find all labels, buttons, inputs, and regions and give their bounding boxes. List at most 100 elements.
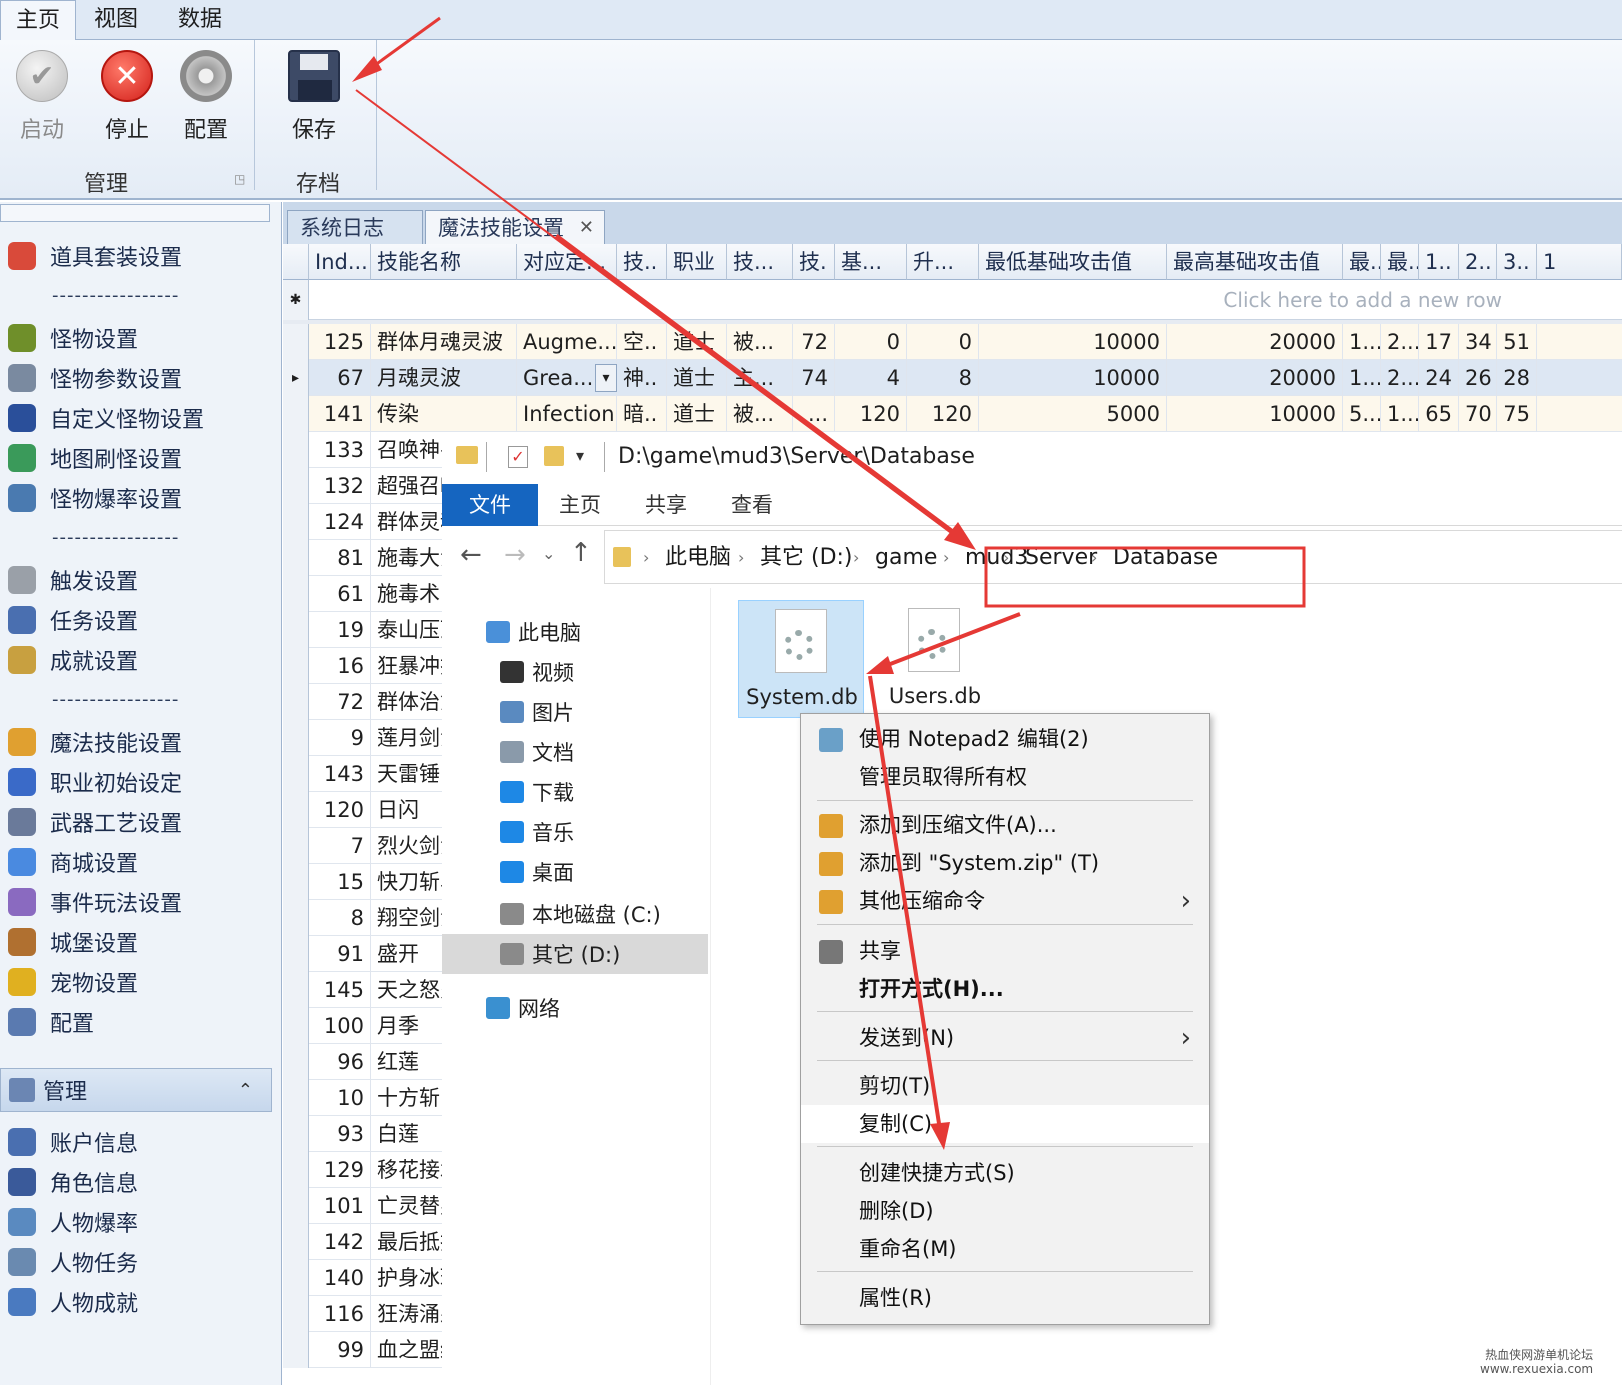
close-icon[interactable]: ✕ <box>579 211 594 245</box>
tree-item[interactable]: 此电脑 <box>442 612 708 652</box>
context-menu-item[interactable]: 打开方式(H)... <box>801 970 1209 1008</box>
grid-cell[interactable]: 10000 <box>979 360 1167 396</box>
manage-section-header[interactable]: 管理 ⌃ <box>0 1068 272 1112</box>
context-menu-item[interactable]: 使用 Notepad2 编辑(2) <box>801 720 1209 758</box>
nav-item[interactable]: 自定义怪物设置 <box>0 398 282 438</box>
tree-item[interactable]: 图片 <box>442 692 708 732</box>
grid-cell[interactable]: 8 <box>907 360 979 396</box>
breadcrumb-chevron-icon[interactable]: › <box>1003 527 1009 589</box>
properties-check-icon[interactable]: ✓ <box>508 446 528 468</box>
grid-cell[interactable]: 51 <box>1497 324 1537 360</box>
grid-cell[interactable]: 神.. <box>617 360 667 396</box>
grid-cell[interactable]: 28 <box>1497 360 1537 396</box>
grid-cell[interactable]: 120 <box>309 792 371 828</box>
ribbon-tab-home[interactable]: 主页 <box>0 0 76 41</box>
column-header[interactable]: 基... <box>835 244 907 280</box>
grid-cell[interactable]: 99 <box>309 1332 371 1368</box>
grid-cell[interactable]: 132 <box>309 468 371 504</box>
grid-cell[interactable]: 17 <box>1419 324 1459 360</box>
breadcrumb-chevron-icon[interactable]: › <box>1091 527 1097 589</box>
column-header[interactable]: 技能名称 <box>371 244 517 280</box>
tree-item[interactable]: 网络 <box>442 988 708 1028</box>
grid-cell[interactable]: 7 <box>309 828 371 864</box>
nav-item[interactable]: 职业初始设定 <box>0 762 282 802</box>
grid-cell[interactable]: 1... <box>1381 396 1419 432</box>
column-header[interactable]: 职业 <box>667 244 727 280</box>
column-header[interactable]: 1.. <box>1419 244 1459 280</box>
grid-cell[interactable]: 67 <box>309 360 371 396</box>
grid-cell[interactable]: 0 <box>835 324 907 360</box>
breadcrumb-item[interactable]: 其它 (D:) <box>760 527 853 589</box>
grid-cell[interactable]: 129 <box>309 1152 371 1188</box>
grid-cell[interactable]: 26 <box>1459 360 1497 396</box>
grid-cell[interactable]: 1... <box>1343 324 1381 360</box>
dialog-launcher-icon[interactable]: ◳ <box>234 172 245 186</box>
nav-item[interactable]: 道具套装设置 <box>0 236 282 276</box>
grid-cell[interactable]: 140 <box>309 1260 371 1296</box>
breadcrumb-item[interactable]: game <box>875 527 937 589</box>
grid-cell[interactable]: 0 <box>907 324 979 360</box>
breadcrumb-item[interactable]: 此电脑 <box>665 527 731 589</box>
grid-cell[interactable]: 70 <box>1459 396 1497 432</box>
tree-item[interactable]: 文档 <box>442 732 708 772</box>
file-users-db[interactable]: Users.db <box>888 600 1014 718</box>
nav-item[interactable]: 人物成就 <box>0 1282 282 1322</box>
grid-cell[interactable]: 19 <box>309 612 371 648</box>
grid-cell[interactable]: 1... <box>1343 360 1381 396</box>
grid-cell[interactable]: 主... <box>727 360 793 396</box>
grid-cell[interactable]: 月魂灵波 <box>371 360 517 396</box>
grid-cell[interactable]: 群体月魂灵波 <box>371 324 517 360</box>
nav-item[interactable]: 成就设置 <box>0 640 282 680</box>
grid-cell[interactable]: 道士 <box>667 396 727 432</box>
grid-cell[interactable]: 75 <box>1497 396 1537 432</box>
breadcrumb-chevron-icon[interactable]: › <box>943 527 949 589</box>
stop-button[interactable]: ✕ 停止 <box>87 50 167 144</box>
tree-item[interactable]: 下载 <box>442 772 708 812</box>
nav-item[interactable]: 宠物设置 <box>0 962 282 1002</box>
column-header[interactable]: 最低基础攻击值 <box>979 244 1167 280</box>
grid-cell[interactable]: 133 <box>309 432 371 468</box>
context-menu-item[interactable]: 重命名(M) <box>801 1230 1209 1268</box>
grid-cell[interactable]: Infection <box>517 396 617 432</box>
new-folder-icon[interactable] <box>544 446 564 466</box>
grid-cell[interactable]: 116 <box>309 1296 371 1332</box>
nav-item[interactable]: 任务设置 <box>0 600 282 640</box>
breadcrumb-chevron-icon[interactable]: › <box>853 527 859 589</box>
grid-cell[interactable]: 142 <box>309 1224 371 1260</box>
tree-item[interactable]: 视频 <box>442 652 708 692</box>
tab-view[interactable]: 查看 <box>716 484 788 526</box>
column-header[interactable]: 1 <box>1537 244 1622 280</box>
grid-cell[interactable]: 4 <box>835 360 907 396</box>
forward-arrow-icon[interactable]: → <box>504 540 526 570</box>
context-menu-item[interactable]: 添加到压缩文件(A)... <box>801 806 1209 844</box>
grid-cell[interactable]: 10000 <box>1167 396 1343 432</box>
qat-dropdown-icon[interactable]: ▾ <box>576 446 584 465</box>
back-arrow-icon[interactable]: ← <box>460 540 482 570</box>
grid-cell[interactable]: 65 <box>1419 396 1459 432</box>
context-menu-item[interactable]: 创建快捷方式(S) <box>801 1154 1209 1192</box>
tree-item[interactable]: 其它 (D:) <box>442 934 708 974</box>
grid-cell[interactable]: 5000 <box>979 396 1167 432</box>
tab-file[interactable]: 文件 <box>442 484 538 526</box>
column-header[interactable]: 技... <box>727 244 793 280</box>
grid-cell[interactable]: 15 <box>309 864 371 900</box>
nav-item[interactable]: 人物任务 <box>0 1242 282 1282</box>
grid-cell[interactable]: 72 <box>309 684 371 720</box>
grid-cell[interactable]: ... <box>793 396 835 432</box>
breadcrumb-chevron-icon[interactable]: › <box>738 527 744 589</box>
nav-item[interactable]: 人物爆率 <box>0 1202 282 1242</box>
grid-cell[interactable]: 125 <box>309 324 371 360</box>
grid-cell[interactable]: 2... <box>1381 360 1419 396</box>
grid-cell[interactable]: 道士 <box>667 360 727 396</box>
grid-cell[interactable]: 10000 <box>979 324 1167 360</box>
grid-cell[interactable]: 传染 <box>371 396 517 432</box>
grid-cell[interactable]: 120 <box>835 396 907 432</box>
grid-cell[interactable]: 暗.. <box>617 396 667 432</box>
up-arrow-icon[interactable]: ↑ <box>570 538 592 568</box>
file-system-db[interactable]: System.db <box>738 600 864 718</box>
config-button[interactable]: 配置 <box>166 50 246 144</box>
tree-item[interactable]: 本地磁盘 (C:) <box>442 894 708 934</box>
nav-item[interactable]: 角色信息 <box>0 1162 282 1202</box>
grid-cell[interactable]: 空.. <box>617 324 667 360</box>
grid-cell[interactable]: 10 <box>309 1080 371 1116</box>
